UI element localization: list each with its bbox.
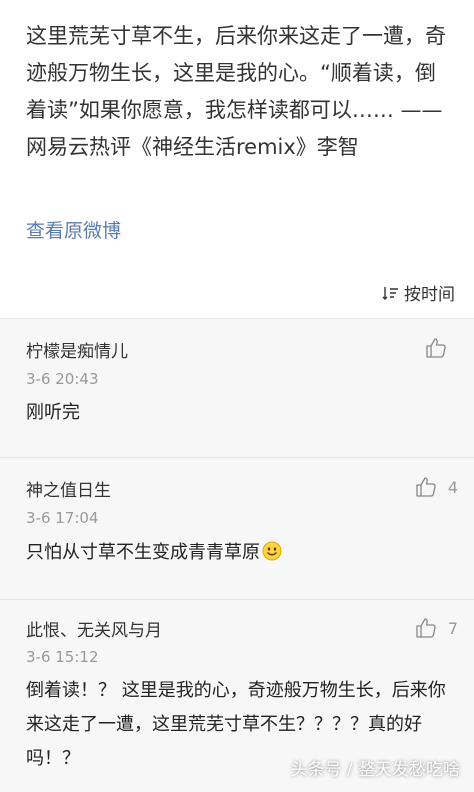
thumbs-up-icon	[416, 477, 436, 497]
sort-label: 按时间	[404, 285, 455, 305]
smile-emoji-icon	[262, 541, 282, 561]
like-count: 4	[447, 477, 458, 497]
comment-time: 3-6 20:43	[26, 370, 99, 388]
post-text: 这里荒芜寸草不生，后来你来这走了一遭，奇迹般万物生长，这里是我的心。“顺着读，倒…	[26, 24, 446, 159]
comment-item: 柠檬是痴情儿 3-6 20:43 刚听完	[0, 319, 474, 458]
like-button[interactable]	[424, 336, 458, 360]
like-button[interactable]: 7	[414, 616, 458, 640]
thumbs-up-icon	[416, 618, 436, 638]
comment-author[interactable]: 柠檬是痴情儿	[26, 337, 128, 362]
sort-by-time-button[interactable]: 按时间	[382, 280, 455, 305]
comment-author[interactable]: 神之值日生	[26, 476, 111, 501]
thumbs-up-icon	[426, 338, 446, 358]
sort-icon	[382, 286, 398, 300]
comment-author[interactable]: 此恨、无关风与月	[26, 616, 162, 641]
comment-item: 神之值日生 3-6 17:04 只怕从寸草不生变成青青草原 4	[0, 458, 474, 600]
post-card: 这里荒芜寸草不生，后来你来这走了一遭，奇迹般万物生长，这里是我的心。“顺着读，倒…	[0, 0, 474, 319]
comment-time: 3-6 15:12	[26, 648, 99, 666]
comment-text: 只怕从寸草不生变成青青草原	[26, 536, 446, 570]
comment-time: 3-6 17:04	[26, 509, 99, 527]
like-count: 7	[447, 618, 458, 638]
like-button[interactable]: 4	[414, 475, 458, 499]
comment-text-content: 只怕从寸草不生变成青青草原	[26, 542, 260, 563]
watermark: 头条号 / 整天发愁吃啥	[290, 760, 460, 780]
view-original-link[interactable]: 查看原微博	[26, 216, 121, 243]
comment-list: 柠檬是痴情儿 3-6 20:43 刚听完 神之值日生 3-6 17:04 只怕从…	[0, 319, 474, 792]
comment-text: 刚听完	[26, 402, 80, 423]
